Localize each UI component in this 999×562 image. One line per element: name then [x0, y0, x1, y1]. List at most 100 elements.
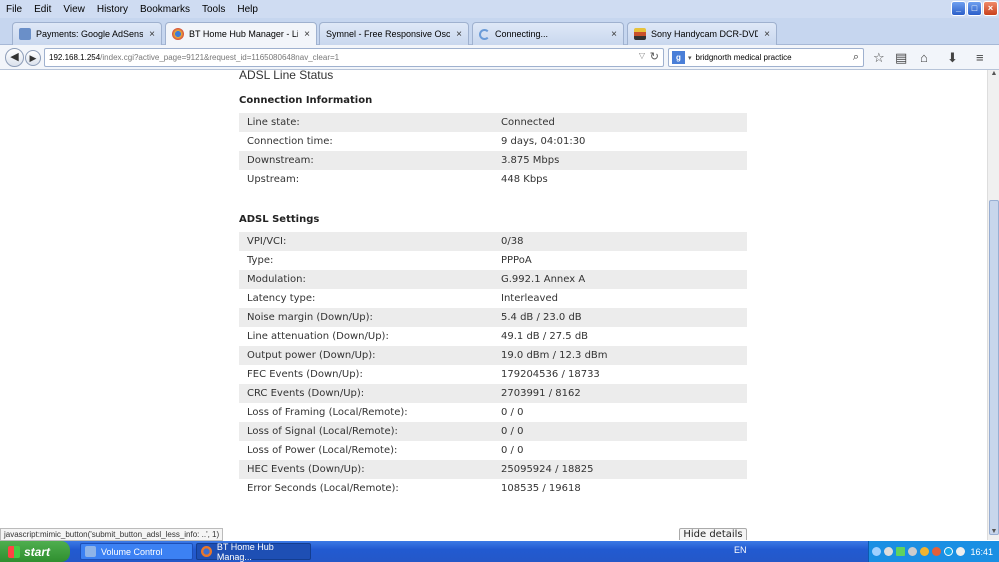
row-value: 108535 / 19618: [501, 483, 581, 494]
search-bar[interactable]: g ▾ bridgnorth medical practice ⌕: [668, 48, 864, 67]
taskbar: start Volume Control BT Home Hub Manag..…: [0, 541, 999, 562]
table-row: Line attenuation (Down/Up): 49.1 dB / 27.…: [239, 327, 747, 346]
scroll-down-arrow-icon[interactable]: ▼: [988, 528, 999, 540]
close-icon[interactable]: ×: [456, 29, 462, 40]
tab-adsense[interactable]: Payments: Google AdSense ×: [12, 22, 162, 45]
tab-label: Sony Handycam DCR-DVD202...: [651, 29, 758, 39]
menu-bookmarks[interactable]: Bookmarks: [134, 4, 196, 15]
search-icon[interactable]: ⌕: [853, 51, 859, 64]
adsl-settings-title: ADSL Settings: [239, 214, 320, 225]
close-window-button[interactable]: ×: [983, 1, 998, 16]
speaker-icon[interactable]: [908, 547, 917, 556]
taskbar-button-label: Volume Control: [101, 546, 163, 557]
start-button[interactable]: start: [0, 541, 70, 562]
page-content: ADSL Line Status Connection Information …: [0, 70, 987, 540]
tab-sony-handycam[interactable]: Sony Handycam DCR-DVD202... ×: [627, 22, 777, 45]
row-key: Loss of Framing (Local/Remote):: [247, 407, 408, 418]
row-key: Type:: [247, 255, 274, 266]
taskbar-button-label: BT Home Hub Manag...: [216, 541, 274, 562]
adsl-settings-table: VPI/VCI: 0/38 Type: PPPoA Modulation: G.992…: [239, 232, 747, 498]
menu-icon[interactable]: ≡: [976, 50, 984, 65]
tab-label: Connecting...: [495, 29, 549, 39]
adsense-icon: [19, 28, 31, 40]
scrollbar-thumb[interactable]: [989, 200, 999, 535]
table-row: Downstream: 3.875 Mbps: [239, 151, 747, 170]
shield-icon[interactable]: [920, 547, 929, 556]
row-value: 0 / 0: [501, 426, 524, 437]
row-value: Connected: [501, 117, 555, 128]
taskbar-volume-control[interactable]: Volume Control: [80, 543, 193, 560]
page-heading: ADSL Line Status: [239, 70, 334, 82]
row-value: 5.4 dB / 23.0 dB: [501, 312, 582, 323]
table-row: Loss of Power (Local/Remote): 0 / 0: [239, 441, 747, 460]
home-icon[interactable]: ⌂: [920, 50, 928, 65]
row-key: Modulation:: [247, 274, 306, 285]
bookmarks-list-icon[interactable]: ▤: [895, 50, 907, 66]
search-engine-dropdown-icon[interactable]: ▾: [688, 54, 692, 62]
row-key: Line state:: [247, 117, 300, 128]
taskbar-bt-home-hub[interactable]: BT Home Hub Manag...: [196, 541, 311, 562]
url-bar[interactable]: 192.168.1.254/index.cgi?active_page=9121…: [44, 48, 664, 67]
system-tray: 16:41: [868, 541, 999, 562]
navigation-bar: ◀ ▶ 192.168.1.254/index.cgi?active_page=…: [0, 45, 999, 70]
maximize-button[interactable]: □: [967, 1, 982, 16]
connection-info-table: Line state: Connected Connection time: 9 d…: [239, 113, 747, 189]
forward-button[interactable]: ▶: [25, 50, 41, 66]
row-value: 25095924 / 18825: [501, 464, 594, 475]
table-row: Output power (Down/Up): 19.0 dBm / 12.3 d…: [239, 346, 747, 365]
row-key: Noise margin (Down/Up):: [247, 312, 373, 323]
hide-details-button[interactable]: Hide details: [679, 528, 747, 540]
menu-edit[interactable]: Edit: [28, 4, 57, 15]
phone-icon[interactable]: [956, 547, 965, 556]
close-icon[interactable]: ×: [764, 29, 770, 40]
menu-tools[interactable]: Tools: [196, 4, 231, 15]
menubar: File Edit View History Bookmarks Tools H…: [0, 0, 999, 18]
row-value: 49.1 dB / 27.5 dB: [501, 331, 589, 342]
url-host: 192.168.1.254: [49, 53, 101, 62]
download-icon[interactable]: ⬇: [947, 50, 958, 66]
search-input[interactable]: bridgnorth medical practice: [696, 53, 792, 62]
row-value: 9 days, 04:01:30: [501, 136, 586, 147]
row-value: G.992.1 Annex A: [501, 274, 586, 285]
row-value: PPPoA: [501, 255, 532, 266]
update-icon[interactable]: [932, 547, 941, 556]
menu-view[interactable]: View: [57, 4, 91, 15]
close-icon[interactable]: ×: [149, 29, 155, 40]
language-indicator[interactable]: EN: [734, 545, 747, 555]
row-key: Latency type:: [247, 293, 316, 304]
row-key: HEC Events (Down/Up):: [247, 464, 365, 475]
menu-history[interactable]: History: [91, 4, 134, 15]
tab-bt-home-hub[interactable]: BT Home Hub Manager - Line ... ×: [165, 22, 317, 45]
minimize-button[interactable]: _: [951, 1, 966, 16]
bookmark-star-icon[interactable]: ☆: [873, 50, 885, 66]
row-value: Interleaved: [501, 293, 558, 304]
skype-icon[interactable]: [944, 547, 953, 556]
tab-label: Payments: Google AdSense: [36, 29, 144, 39]
vertical-scrollbar[interactable]: ▲ ▼: [987, 70, 999, 540]
row-key: Output power (Down/Up):: [247, 350, 376, 361]
back-button[interactable]: ◀: [5, 48, 24, 67]
dropdown-arrow-icon[interactable]: ▽: [639, 51, 645, 60]
scroll-up-arrow-icon[interactable]: ▲: [988, 70, 999, 82]
menu-file[interactable]: File: [0, 4, 28, 15]
network-icon[interactable]: [872, 547, 881, 556]
close-icon[interactable]: ×: [304, 29, 310, 40]
tab-connecting[interactable]: Connecting... ×: [472, 22, 624, 45]
row-key: Connection time:: [247, 136, 333, 147]
reload-icon[interactable]: ↻: [650, 50, 659, 63]
row-key: FEC Events (Down/Up):: [247, 369, 363, 380]
signal-icon[interactable]: [896, 547, 905, 556]
google-icon[interactable]: g: [672, 51, 685, 64]
start-label: start: [24, 544, 51, 559]
table-row: Line state: Connected: [239, 113, 747, 132]
row-value: 3.875 Mbps: [501, 155, 560, 166]
menu-help[interactable]: Help: [231, 4, 264, 15]
close-icon[interactable]: ×: [611, 29, 617, 40]
tab-symnel[interactable]: Symnel - Free Responsive Osclass... ×: [319, 22, 469, 45]
table-row: CRC Events (Down/Up): 2703991 / 8162: [239, 384, 747, 403]
chrome-style-icon: [172, 28, 184, 40]
row-value: 179204536 / 18733: [501, 369, 600, 380]
wifi-icon[interactable]: [884, 547, 893, 556]
row-key: Error Seconds (Local/Remote):: [247, 483, 399, 494]
clock: 16:41: [970, 546, 993, 557]
